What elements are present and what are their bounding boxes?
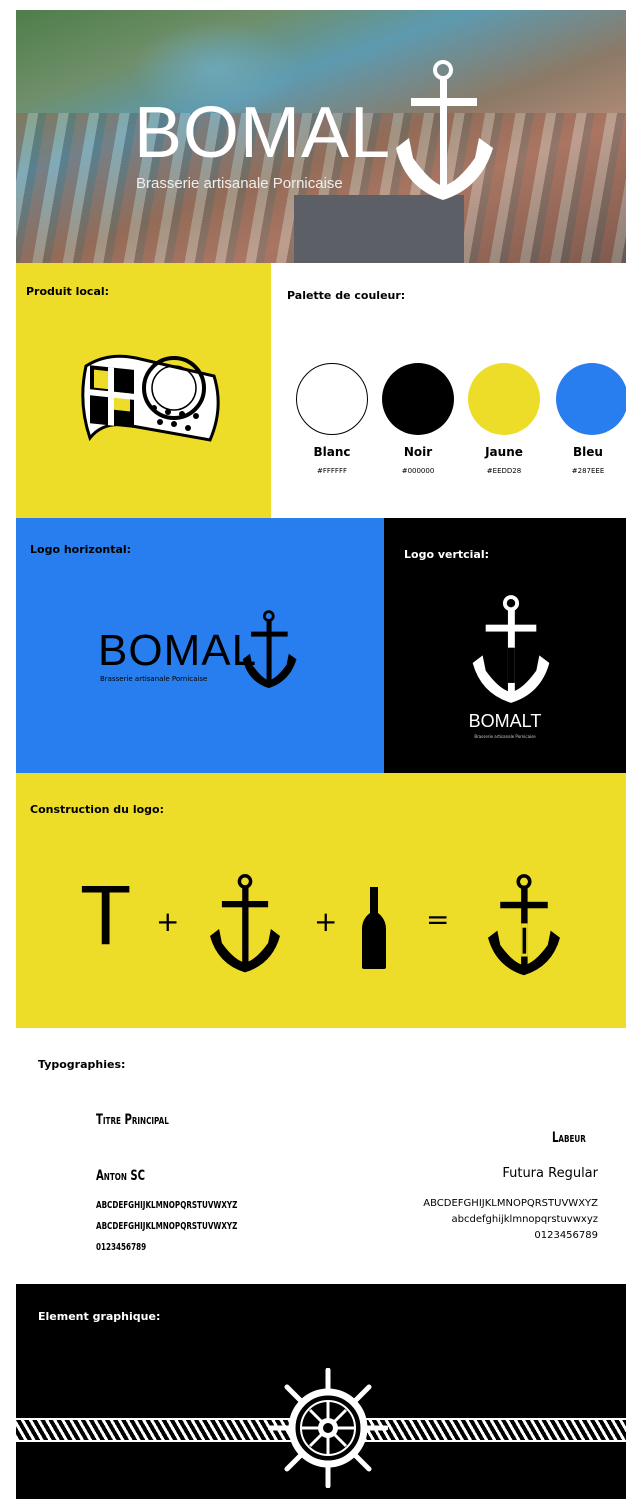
vertical-logo-tagline: Brasserie artisanale Pornicaise — [474, 734, 536, 739]
anchor-icon — [396, 60, 493, 200]
brand-board: BOMAL Brasserie artisanale Pornicaise Pr… — [16, 10, 626, 1499]
construction-result-anchor-icon — [488, 874, 560, 976]
swatch-jaune — [468, 363, 540, 435]
graphic-element-panel: Element graphique: — [16, 1284, 626, 1499]
logo-construction-panel: Construction du logo: T + + = — [16, 773, 626, 1028]
palette-label: Palette de couleur: — [287, 289, 406, 302]
swatch-name-bleu: Bleu — [573, 445, 603, 459]
vertical-logo-label: Logo vertcial: — [404, 548, 490, 561]
construction-anchor-icon — [210, 874, 280, 973]
vertical-logo-panel: Logo vertcial: BOMALT Brasserie artisana… — [384, 518, 626, 773]
horizontal-logo-label: Logo horizontal: — [30, 543, 132, 556]
local-product-panel: Produit local: — [16, 263, 271, 518]
pays-de-retz-flag-logo — [81, 354, 220, 442]
construction-plus-2: + — [314, 905, 338, 938]
typo-right-heading: Labeur — [552, 1130, 586, 1146]
swatch-name-blanc: Blanc — [313, 445, 351, 459]
typo-left-digits: 0123456789 — [96, 1242, 147, 1253]
swatch-hex-jaune: #EEDD28 — [486, 467, 522, 475]
swatch-hex-bleu: #287EEE — [571, 467, 605, 475]
ship-wheel-icon — [268, 1368, 388, 1488]
swatch-hex-noir: #000000 — [401, 467, 435, 475]
swatch-name-noir: Noir — [403, 445, 433, 459]
typo-left-font-name: Anton SC — [96, 1168, 146, 1184]
typography-label: Typographies: — [38, 1058, 126, 1071]
horizontal-logo-brand: BOMAL — [98, 626, 258, 675]
hero-brand-title: BOMAL — [134, 93, 392, 173]
horizontal-logo-panel: Logo horizontal: BOMAL Brasserie artisan… — [16, 518, 384, 773]
vertical-logo-brand: BOMALT — [468, 711, 542, 731]
graphic-element-label: Element graphique: — [38, 1310, 161, 1323]
swatch-name-jaune: Jaune — [485, 445, 523, 459]
construction-plus-1: + — [156, 905, 180, 938]
typo-left-heading: Titre Principal — [96, 1112, 169, 1128]
swatch-bleu — [556, 363, 626, 435]
construction-label: Construction du logo: — [30, 803, 164, 816]
swatch-blanc — [296, 363, 368, 435]
construction-equals: = — [426, 903, 450, 936]
typo-right-lower: abcdefghijklmnopqrstuvwxyz — [451, 1214, 598, 1225]
swatch-hex-blanc: #FFFFFF — [316, 467, 348, 475]
typography-panel: Typographies: Titre Principal Anton SC A… — [16, 1028, 626, 1284]
typo-right-font-name: Futura Regular — [502, 1166, 598, 1181]
local-product-label: Produit local: — [26, 285, 110, 298]
typo-left-lower: ABCDEFGHIJKLMNOPQRSTUVWXYZ — [96, 1221, 238, 1232]
hero-banner: BOMAL Brasserie artisanale Pornicaise — [16, 10, 626, 263]
hero-tagline: Brasserie artisanale Pornicaise — [136, 175, 343, 192]
swatch-noir — [382, 363, 454, 435]
vertical-logo-anchor-icon — [472, 595, 550, 703]
typo-right-upper: ABCDEFGHIJKLMNOPQRSTUVWXYZ — [423, 1198, 598, 1209]
typo-right-digits: 0123456789 — [534, 1230, 598, 1241]
horizontal-logo-tagline: Brasserie artisanale Pornicaise — [100, 675, 208, 683]
beer-bottle-icon — [362, 887, 386, 969]
color-palette-panel: Palette de couleur: Blanc #FFFFFF Noir #… — [271, 263, 626, 518]
typo-left-upper: ABCDEFGHIJKLMNOPQRSTUVWXYZ — [96, 1200, 238, 1211]
construction-letter-t: T — [80, 868, 132, 962]
horizontal-logo-anchor-icon — [242, 610, 297, 689]
